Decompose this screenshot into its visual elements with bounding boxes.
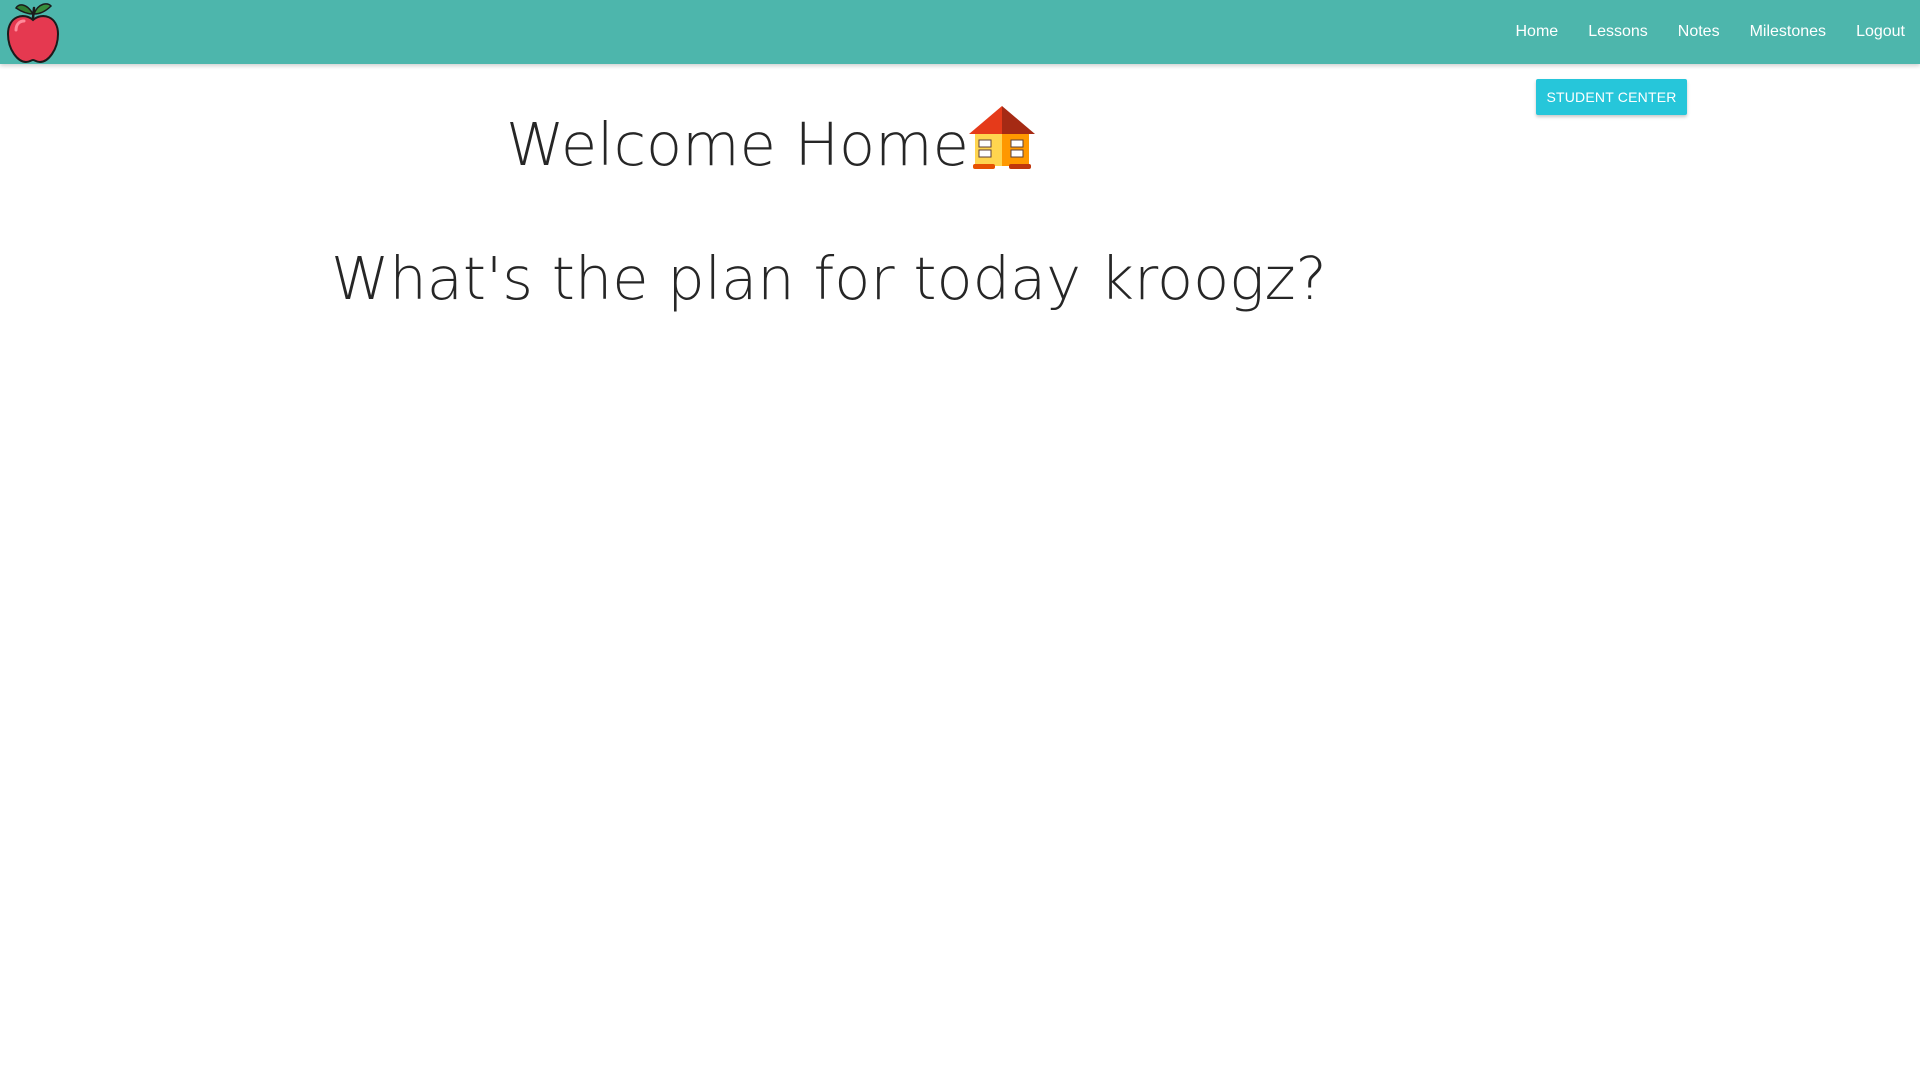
house-icon bbox=[968, 104, 1035, 172]
welcome-heading: Welcome Home bbox=[506, 104, 1035, 184]
apple-logo-icon[interactable] bbox=[4, 0, 62, 64]
nav-links: Home Lessons Notes Milestones Logout bbox=[1501, 0, 1920, 64]
nav-link-lessons[interactable]: Lessons bbox=[1573, 0, 1663, 64]
navbar: Home Lessons Notes Milestones Logout bbox=[0, 0, 1920, 64]
student-center-button[interactable]: STUDENT CENTER bbox=[1536, 79, 1687, 115]
nav-link-milestones[interactable]: Milestones bbox=[1735, 0, 1841, 64]
nav-link-notes[interactable]: Notes bbox=[1663, 0, 1735, 64]
plan-heading: What's the plan for today kroogz? bbox=[331, 244, 1327, 313]
welcome-title: Welcome Home bbox=[506, 109, 969, 179]
nav-link-logout[interactable]: Logout bbox=[1841, 0, 1920, 64]
nav-link-home[interactable]: Home bbox=[1501, 0, 1574, 64]
